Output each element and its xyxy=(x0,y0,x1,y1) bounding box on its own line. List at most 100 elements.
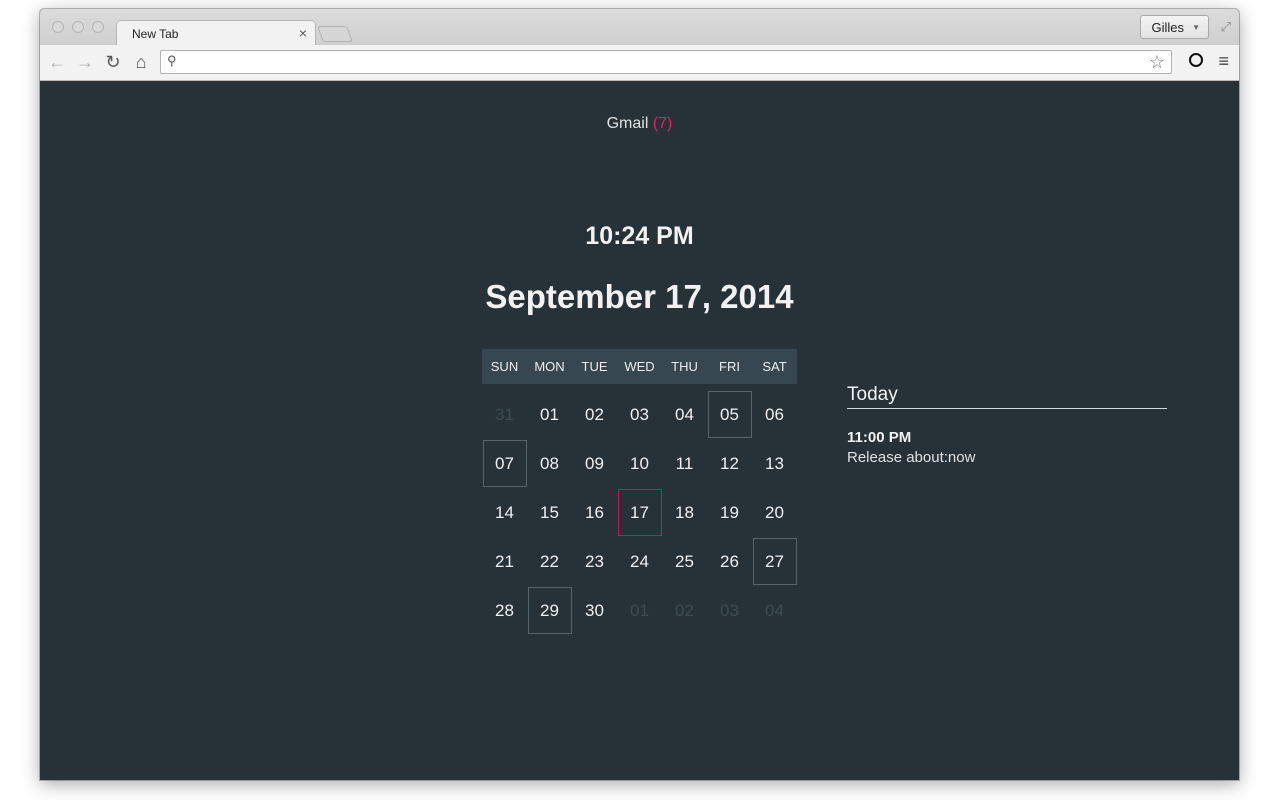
calendar-day[interactable]: 12 xyxy=(707,439,752,488)
calendar-day-number: 24 xyxy=(630,551,649,571)
calendar-day-number: 03 xyxy=(630,404,649,424)
calendar-day-number: 04 xyxy=(765,600,784,620)
calendar-day-number: 25 xyxy=(675,551,694,571)
calendar-day[interactable]: 15 xyxy=(527,488,572,537)
calendar-day-number: 04 xyxy=(675,404,694,424)
calendar-day-number: 30 xyxy=(585,600,604,620)
profile-button[interactable]: Gilles ▼ xyxy=(1140,15,1209,39)
calendar: SUN MON TUE WED THU FRI SAT 31 01 02 03 04 05 06 07 08… xyxy=(482,349,797,635)
calendar-day[interactable]: 02 xyxy=(572,390,617,439)
calendar-day-number: 12 xyxy=(720,453,739,473)
calendar-day-number: 27 xyxy=(752,538,797,585)
calendar-day[interactable]: 04 xyxy=(662,390,707,439)
new-tab-page: Gmail (7) 10:24 PM September 17, 2014 SU… xyxy=(40,81,1239,780)
calendar-day-number: 09 xyxy=(585,453,604,473)
tab-close-icon[interactable]: × xyxy=(299,25,307,41)
calendar-day[interactable]: 16 xyxy=(572,488,617,537)
calendar-day[interactable]: 07 xyxy=(482,439,527,488)
calendar-day-number: 02 xyxy=(675,600,694,620)
calendar-grid: 31 01 02 03 04 05 06 07 08 09 10 11 12 13 14 15 16 17 18 19… xyxy=(482,384,797,635)
reload-icon[interactable]: ↻ xyxy=(102,52,124,72)
calendar-day-number: 23 xyxy=(585,551,604,571)
calendar-day[interactable]: 18 xyxy=(662,488,707,537)
calendar-day[interactable]: 14 xyxy=(482,488,527,537)
calendar-day[interactable]: 03 xyxy=(617,390,662,439)
calendar-day[interactable]: 27 xyxy=(752,537,797,586)
forward-icon[interactable]: → xyxy=(74,52,96,72)
weekday-wed: WED xyxy=(624,359,655,374)
current-date: September 17, 2014 xyxy=(485,278,794,315)
calendar-day[interactable]: 25 xyxy=(662,537,707,586)
calendar-day-number: 29 xyxy=(527,587,572,634)
tab-new-tab[interactable]: New Tab × xyxy=(116,20,316,46)
calendar-day[interactable]: 10 xyxy=(617,439,662,488)
calendar-day[interactable]: 29 xyxy=(527,586,572,635)
calendar-day[interactable]: 09 xyxy=(572,439,617,488)
menu-icon[interactable]: ≡ xyxy=(1218,51,1229,72)
address-input[interactable] xyxy=(187,53,1141,73)
event-title[interactable]: Release about:now xyxy=(847,449,1167,466)
tab-title: New Tab xyxy=(132,27,179,41)
calendar-day-today[interactable]: 17 xyxy=(617,488,662,537)
zoom-window-icon[interactable] xyxy=(92,21,104,33)
calendar-day-number: 19 xyxy=(720,502,739,522)
calendar-day-number: 16 xyxy=(585,502,604,522)
calendar-day-number: 05 xyxy=(707,391,752,438)
agenda-panel: Today 11:00 PM Release about:now xyxy=(847,384,1167,466)
calendar-day[interactable]: 13 xyxy=(752,439,797,488)
calendar-day[interactable]: 19 xyxy=(707,488,752,537)
close-window-icon[interactable] xyxy=(52,21,64,33)
calendar-day-number: 17 xyxy=(617,489,662,536)
calendar-day[interactable]: 06 xyxy=(752,390,797,439)
gmail-label[interactable]: Gmail xyxy=(607,115,649,132)
fullscreen-icon[interactable]: ⤢ xyxy=(1221,19,1231,35)
calendar-day-number: 01 xyxy=(540,404,559,424)
tab-bar: New Tab × Gilles ▼ ⤢ xyxy=(40,9,1239,46)
calendar-day[interactable]: 28 xyxy=(482,586,527,635)
browser-toolbar: ← → ↻ ⌂ ⚲ ☆ ≡ xyxy=(40,45,1239,81)
calendar-day[interactable]: 21 xyxy=(482,537,527,586)
calendar-day[interactable]: 26 xyxy=(707,537,752,586)
star-icon[interactable]: ☆ xyxy=(1149,51,1165,73)
calendar-day-number: 15 xyxy=(540,502,559,522)
extension-icon[interactable] xyxy=(1189,53,1203,67)
calendar-day[interactable]: 31 xyxy=(482,390,527,439)
calendar-day[interactable]: 11 xyxy=(662,439,707,488)
calendar-day[interactable]: 02 xyxy=(662,586,707,635)
back-icon[interactable]: ← xyxy=(46,52,68,72)
weekday-tue: TUE xyxy=(581,359,608,374)
new-tab-button[interactable] xyxy=(317,26,353,42)
weekday-sat: SAT xyxy=(762,359,787,374)
calendar-day[interactable]: 08 xyxy=(527,439,572,488)
browser-window: New Tab × Gilles ▼ ⤢ ← → ↻ ⌂ ⚲ ☆ ≡ Gmail… xyxy=(40,9,1239,780)
calendar-day[interactable]: 24 xyxy=(617,537,662,586)
calendar-day-number: 31 xyxy=(495,404,514,424)
calendar-day[interactable]: 01 xyxy=(617,586,662,635)
calendar-day-number: 21 xyxy=(495,551,514,571)
gmail-link[interactable]: Gmail (7) xyxy=(40,115,1239,133)
weekday-sun: SUN xyxy=(490,359,519,374)
calendar-day-number: 03 xyxy=(720,600,739,620)
omnibox[interactable]: ⚲ ☆ xyxy=(160,50,1172,74)
calendar-day[interactable]: 03 xyxy=(707,586,752,635)
calendar-day-number: 13 xyxy=(765,453,784,473)
calendar-day-number: 26 xyxy=(720,551,739,571)
calendar-day[interactable]: 22 xyxy=(527,537,572,586)
calendar-day-number: 02 xyxy=(585,404,604,424)
calendar-day[interactable]: 30 xyxy=(572,586,617,635)
search-icon: ⚲ xyxy=(167,53,177,68)
calendar-day[interactable]: 04 xyxy=(752,586,797,635)
gmail-unread-count: (7) xyxy=(652,115,673,132)
calendar-day-number: 11 xyxy=(675,453,694,473)
agenda-title: Today xyxy=(847,384,1167,409)
calendar-day[interactable]: 01 xyxy=(527,390,572,439)
calendar-day[interactable]: 23 xyxy=(572,537,617,586)
home-icon[interactable]: ⌂ xyxy=(130,52,152,72)
calendar-day[interactable]: 20 xyxy=(752,488,797,537)
calendar-day[interactable]: 05 xyxy=(707,390,752,439)
calendar-day-number: 01 xyxy=(630,600,649,620)
weekday-fri: FRI xyxy=(719,359,740,374)
chevron-down-icon: ▼ xyxy=(1192,23,1200,32)
calendar-weekday-header: SUN MON TUE WED THU FRI SAT xyxy=(482,349,797,384)
minimize-window-icon[interactable] xyxy=(72,21,84,33)
